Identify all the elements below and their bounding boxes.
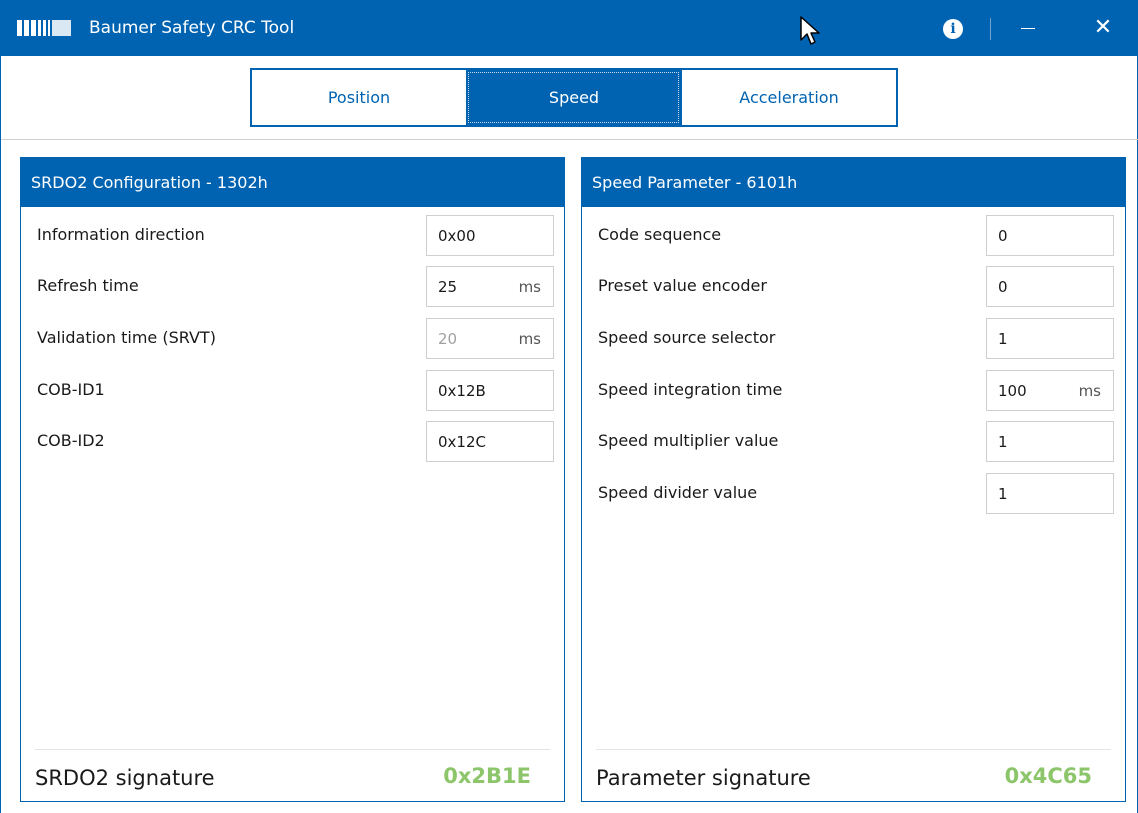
srdo2-signature-label: SRDO2 signature	[35, 766, 215, 790]
panel-title: SRDO2 Configuration - 1302h	[21, 158, 564, 207]
close-icon: ✕	[1093, 15, 1113, 40]
config-row-refresh-time: Refresh time 25 ms	[21, 266, 564, 307]
config-row-cob-id2: COB-ID2 0x12C	[21, 421, 564, 462]
field-value: 0x12C	[438, 433, 486, 451]
field-label: Speed source selector	[598, 328, 776, 347]
window-title: Baumer Safety CRC Tool	[89, 18, 295, 38]
parameter-signature-label: Parameter signature	[596, 766, 811, 790]
field-value: 0	[998, 227, 1008, 245]
param-row-preset-value-encoder: Preset value encoder 0	[582, 266, 1125, 307]
field-value: 25	[438, 278, 458, 296]
mouse-cursor-icon	[800, 16, 820, 45]
information-direction-input[interactable]: 0x00	[426, 215, 554, 256]
app-window: Baumer Safety CRC Tool i ✕ Position Spee…	[0, 0, 1138, 813]
info-icon[interactable]: i	[943, 19, 963, 39]
config-row-information-direction: Information direction 0x00	[21, 215, 564, 256]
title-separator	[990, 18, 991, 40]
param-row-code-sequence: Code sequence 0	[582, 215, 1125, 256]
field-label: COB-ID2	[37, 431, 105, 450]
tab-position[interactable]: Position	[252, 70, 466, 125]
parameter-signature-value: 0x4C65	[1004, 764, 1092, 788]
field-value: 1	[998, 330, 1008, 348]
srdo2-signature-value: 0x2B1E	[443, 764, 531, 788]
field-label: Speed multiplier value	[598, 431, 779, 450]
signature-divider	[35, 749, 550, 750]
field-unit: ms	[1078, 382, 1101, 400]
tab-group: Position Speed Acceleration	[250, 68, 898, 127]
code-sequence-input[interactable]: 0	[986, 215, 1114, 256]
field-label: Code sequence	[598, 225, 722, 244]
field-value: 1	[998, 485, 1008, 503]
config-row-cob-id1: COB-ID1 0x12B	[21, 370, 564, 411]
field-value: 1	[998, 433, 1008, 451]
field-label: Preset value encoder	[598, 276, 767, 295]
field-value: 0x12B	[438, 382, 486, 400]
param-row-speed-multiplier-value: Speed multiplier value 1	[582, 421, 1125, 462]
speed-parameter-panel: Speed Parameter - 6101h Code sequence 0 …	[581, 157, 1126, 802]
field-label: Information direction	[37, 225, 205, 244]
field-label: Speed integration time	[598, 380, 783, 399]
app-logo-icon	[17, 20, 71, 36]
tab-acceleration[interactable]: Acceleration	[681, 70, 896, 125]
refresh-time-input[interactable]: 25 ms	[426, 266, 554, 307]
speed-source-selector-input[interactable]: 1	[986, 318, 1114, 359]
cob-id2-input[interactable]: 0x12C	[426, 421, 554, 462]
field-label: Refresh time	[37, 276, 139, 295]
field-value: 0x00	[438, 227, 476, 245]
title-bar[interactable]: Baumer Safety CRC Tool i ✕	[1, 0, 1138, 56]
field-value: 20	[438, 330, 458, 348]
close-button[interactable]: ✕	[1087, 12, 1119, 44]
field-value: 0	[998, 278, 1008, 296]
field-value: 100	[998, 382, 1027, 400]
field-unit: ms	[518, 278, 541, 296]
field-label: Validation time (SRVT)	[37, 328, 216, 347]
field-label: COB-ID1	[37, 380, 105, 399]
param-row-speed-integration-time: Speed integration time 100 ms	[582, 370, 1125, 411]
speed-multiplier-value-input[interactable]: 1	[986, 421, 1114, 462]
minimize-button[interactable]	[1011, 12, 1045, 44]
srdo2-configuration-panel: SRDO2 Configuration - 1302h Information …	[20, 157, 565, 802]
speed-integration-time-input[interactable]: 100 ms	[986, 370, 1114, 411]
field-unit: ms	[518, 330, 541, 348]
tab-speed[interactable]: Speed	[466, 70, 681, 125]
config-row-validation-time: Validation time (SRVT) 20 ms	[21, 318, 564, 359]
param-row-speed-divider-value: Speed divider value 1	[582, 473, 1125, 514]
preset-value-encoder-input[interactable]: 0	[986, 266, 1114, 307]
speed-divider-value-input[interactable]: 1	[986, 473, 1114, 514]
field-label: Speed divider value	[598, 483, 758, 502]
tab-bar: Position Speed Acceleration	[1, 56, 1138, 140]
panel-title: Speed Parameter - 6101h	[582, 158, 1125, 207]
cob-id1-input[interactable]: 0x12B	[426, 370, 554, 411]
param-row-speed-source-selector: Speed source selector 1	[582, 318, 1125, 359]
signature-divider	[596, 749, 1111, 750]
validation-time-input: 20 ms	[426, 318, 554, 359]
